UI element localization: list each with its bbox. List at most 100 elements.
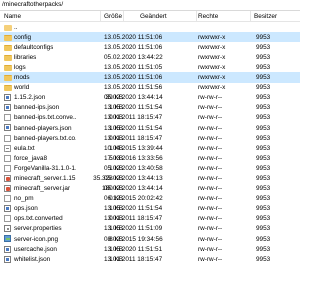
file-row[interactable]: ForgeVanilla-31.1.0-1... 1 KB 05.02.2020 1… [0,163,300,173]
file-modified-date: 06.12.2015 20:02:42 [104,195,163,203]
path-text: /minecraftotherpacks/ [2,1,64,8]
file-row[interactable]: usercache.json 1 KB 13.05.2020 11:51:51 rw-… [0,244,300,254]
file-owner: 9953 [256,33,271,41]
column-date-header[interactable]: Geändert [140,13,167,20]
file-row[interactable]: banned-ips.txt.conve... 0 KB 13.01.2011 18… [0,113,300,123]
file-permissions: rw-rw-r-- [198,205,223,213]
file-modified-date: 13.05.2020 11:51:54 [104,205,163,213]
file-name: .. [14,23,18,31]
properties-icon [4,225,11,233]
file-row[interactable]: libraries 05.02.2020 13:44:22 rwxrwxr-x 995… [0,52,300,62]
file-name: banned-ips.json [14,104,60,112]
file-icon [4,114,11,122]
file-permissions: rw-rw-r-- [198,225,223,233]
file-permissions: rw-rw-r-- [198,235,223,243]
file-modified-date: 05.02.2020 13:40:58 [104,164,163,172]
file-modified-date: 05.02.2020 13:44:14 [104,185,163,193]
file-name: banned-players.txt.co... [14,134,76,142]
file-permissions: rwxrwxr-x [198,53,226,61]
file-row[interactable]: server.properties 1 KB 13.05.2020 11:51:09… [0,224,300,234]
text-file-icon [4,144,11,152]
file-name: no_pm [14,195,34,203]
file-modified-date: 13.05.2020 11:51:09 [104,225,163,233]
file-owner: 9953 [256,114,271,122]
file-row[interactable]: mods 13.05.2020 11:51:06 rwxrwxr-x 9953 [0,72,300,83]
file-permissions: rw-rw-r-- [198,154,223,162]
file-name: usercache.json [14,245,57,253]
json-icon [4,245,11,253]
file-permissions: rw-rw-r-- [198,255,223,263]
file-row[interactable]: banned-ips.json 1 KB 13.05.2020 11:51:54 rw… [0,103,300,113]
column-separator[interactable] [250,11,251,22]
file-row[interactable]: world 13.05.2020 11:51:56 rwxrwxr-x 9953 [0,83,300,93]
file-modified-date: 08.02.2015 19:34:56 [104,235,163,243]
file-name: libraries [14,53,37,61]
file-permissions: rwxrwxr-x [198,33,226,41]
column-header: Name Größe Geändert Rechte Besitzer [0,11,300,22]
file-permissions: rwxrwxr-x [198,43,226,51]
file-row[interactable]: 1.15.2.json 39 KB 05.02.2020 13:44:14 rw-rw… [0,93,300,103]
file-row[interactable]: .. [0,22,300,32]
jar-icon [4,185,11,192]
folder-icon [3,34,12,41]
json-icon [4,205,11,213]
file-owner: 9953 [256,104,271,112]
column-separator[interactable] [123,11,124,22]
file-permissions: rw-rw-r-- [198,124,223,132]
column-permissions-header[interactable]: Rechte [198,13,218,20]
file-permissions: rwxrwxr-x [198,74,226,82]
jar-icon [4,174,11,182]
file-row[interactable]: ops.txt.converted 0 KB 13.01.2011 18:15:47… [0,214,300,224]
file-row[interactable]: defaultconfigs 13.05.2020 11:51:06 rwxrwxr… [0,42,300,52]
file-row[interactable]: force_java8 5 KB 17.03.2016 13:33:56 rw-rw-… [0,153,300,163]
column-separator[interactable] [100,11,101,22]
file-modified-date: 05.02.2020 13:44:22 [104,53,163,61]
file-row[interactable]: config 13.05.2020 11:51:06 rwxrwxr-x 9953 [0,32,300,43]
folder-icon [3,44,12,51]
file-owner: 9953 [256,225,271,233]
column-size-header[interactable]: Größe [104,13,122,20]
file-row[interactable]: whitelist.json 1 KB 13.01.2011 18:15:47 rw-… [0,254,300,264]
folder-icon [3,54,12,61]
file-icon [4,215,11,223]
file-name: minecraft_server.jar [14,185,71,193]
file-name: defaultconfigs [14,43,54,51]
file-row[interactable]: minecraft_server.jar 180 KB 05.02.2020 13:… [0,184,300,194]
file-modified-date: 13.01.2011 18:15:47 [104,215,163,223]
file-row[interactable]: eula.txt 1 KB 10.04.2015 13:39:44 rw-rw-r--… [0,143,300,153]
file-owner: 9953 [256,175,271,182]
file-row[interactable]: logs 13.05.2020 11:51:05 rwxrwxr-x 9953 [0,62,300,72]
file-permissions: rw-rw-r-- [198,185,223,193]
file-row[interactable]: ops.json 1 KB 13.05.2020 11:51:54 rw-rw-r--… [0,204,300,214]
column-name-header[interactable]: Name [4,13,21,20]
file-row[interactable]: no_pm 0 KB 06.12.2015 20:02:42 rw-rw-r-- 995… [0,194,300,204]
file-name: ForgeVanilla-31.1.0-1... [14,164,76,172]
column-separator[interactable] [196,11,197,22]
file-row[interactable]: minecraft_server.1.15... 35.328 KB 05.02.2… [0,173,300,183]
json-icon [4,124,11,132]
file-owner: 9953 [256,53,271,61]
file-modified-date: 05.02.2020 13:44:13 [104,175,163,182]
file-name: logs [14,63,26,71]
file-name: ops.json [14,205,38,213]
file-row[interactable]: banned-players.json 1 KB 13.05.2020 11:51:… [0,123,300,133]
file-name: whitelist.json [14,255,51,263]
file-owner: 9953 [256,134,271,142]
file-owner: 9953 [256,255,271,263]
up-folder-icon [3,24,12,31]
file-modified-date: 13.05.2020 11:51:06 [104,74,163,82]
file-owner: 9953 [256,94,271,102]
column-owner-header[interactable]: Besitzer [254,13,277,20]
file-permissions: rw-rw-r-- [198,144,223,152]
file-row[interactable]: server-icon.png 8 KB 08.02.2015 19:34:56 rw… [0,234,300,244]
file-owner: 9953 [256,185,271,193]
json-icon [4,104,11,112]
path-bar[interactable]: /minecraftotherpacks/ [0,0,300,11]
folder-icon [3,64,12,71]
file-name: eula.txt [14,144,35,152]
folder-icon [3,74,12,81]
json-icon [4,94,11,102]
file-permissions: rw-rw-r-- [198,215,223,223]
file-row[interactable]: banned-players.txt.co... 0 KB 13.01.2011 1… [0,133,300,143]
file-permissions: rw-rw-r-- [198,104,223,112]
